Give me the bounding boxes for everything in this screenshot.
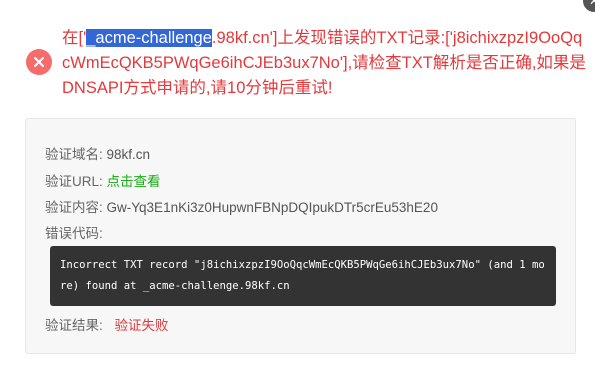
view-link[interactable]: 点击查看 [107,174,161,189]
url-label: 验证URL: [45,174,103,189]
result-label: 验证结果: [45,318,103,333]
verification-panel: 验证域名: 98kf.cn 验证URL: 点击查看 验证内容: Gw-Yq3E1… [25,118,576,354]
close-icon[interactable]: ✕ [583,0,595,12]
content-label: 验证内容: [45,200,103,215]
error-prefix: 在[' [62,29,87,47]
domain-label: 验证域名: [45,147,103,162]
error-code-box: Incorrect TXT record "j8ichixzpzI9OoQqcW… [50,246,556,306]
content-row: 验证内容: Gw-Yq3E1nKi3z0HupwnFBNpDQIpukDTr5c… [45,196,438,216]
domain-row: 验证域名: 98kf.cn [45,143,150,163]
url-row: 验证URL: 点击查看 [45,170,161,190]
error-message: 在['_acme-challenge.98kf.cn']上发现错误的TXT记录:… [62,26,588,101]
x-mark-icon [34,57,44,67]
domain-value: 98kf.cn [106,147,151,162]
error-code-row: 错误代码: [45,222,103,242]
error-code-label: 错误代码: [45,226,103,241]
selected-text: _acme-challenge [86,29,212,47]
content-value: Gw-Yq3E1nKi3z0HupwnFBNpDQIpukDTr5crEu53h… [106,200,438,215]
result-value: 验证失败 [114,318,169,333]
close-circle-icon [26,49,52,75]
result-row: 验证结果: 验证失败 [45,314,169,334]
